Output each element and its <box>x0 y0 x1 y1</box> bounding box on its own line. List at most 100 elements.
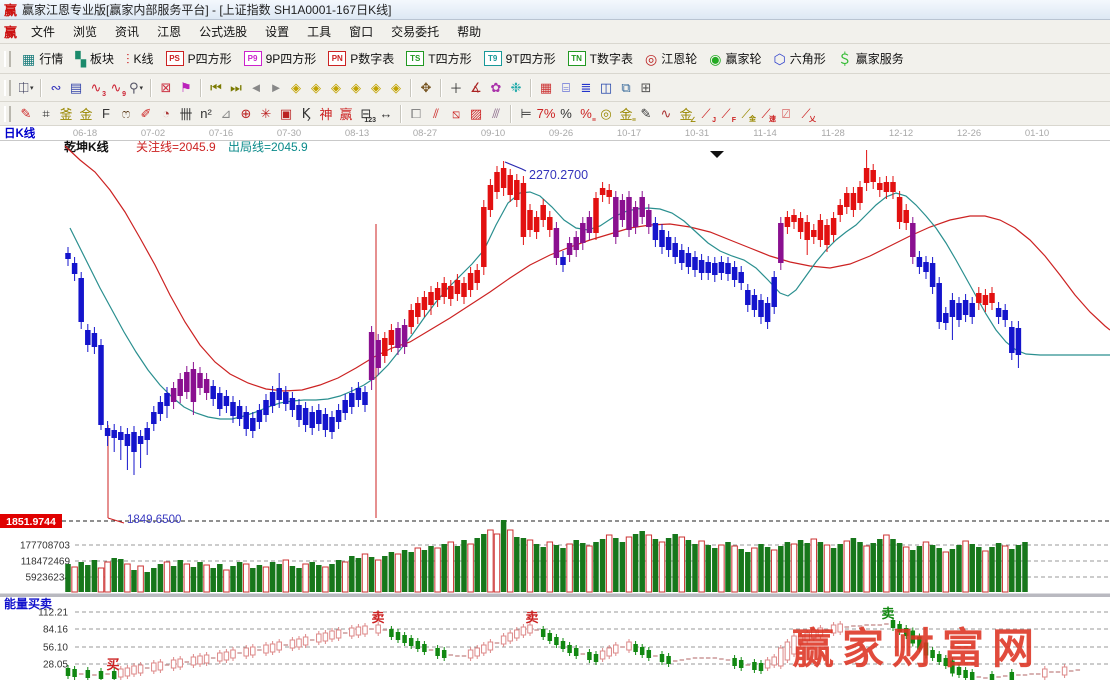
kline-button[interactable]: ⫶ K线 <box>120 48 160 69</box>
j-angle-tool[interactable]: ⟋ J <box>696 104 716 124</box>
f-line-tool[interactable]: F <box>96 104 116 124</box>
p-square-button[interactable]: PS P四方形 <box>160 48 238 69</box>
gold-level-tool[interactable]: 金 ≡ <box>616 104 636 124</box>
menu-item-9[interactable]: 帮助 <box>448 20 490 43</box>
percent-lines-tool[interactable]: % ≡ <box>576 104 596 124</box>
menu-item-6[interactable]: 工具 <box>298 20 340 43</box>
brain-pattern-tool[interactable]: ❉ <box>506 78 526 98</box>
spiral-tool[interactable]: ෆ <box>116 104 136 124</box>
calculator[interactable]: ⌸ <box>556 78 576 98</box>
hexagon-button[interactable]: ⬡ 六角形 <box>767 48 831 69</box>
save-disk[interactable]: ◫ <box>596 78 616 98</box>
toolbar-grip[interactable] <box>4 105 11 122</box>
wave-band-tool[interactable]: ∿ <box>656 104 676 124</box>
t-square-button[interactable]: TS T四方形 <box>400 48 477 69</box>
sector-blocks-button[interactable]: ▚ 板块 <box>69 48 120 69</box>
winner-wheel-button[interactable]: ◉ 赢家轮 <box>703 48 767 69</box>
wave-9[interactable]: ∿ 9 <box>106 78 126 98</box>
ink-pen-tool[interactable]: ✎ <box>636 104 656 124</box>
port-box-tool[interactable]: ⧠ <box>406 104 426 124</box>
f-angle-tool[interactable]: ⟋ F <box>716 104 736 124</box>
star-burst-tool[interactable]: ✳ <box>256 104 276 124</box>
market-quotes-button[interactable]: ▦ 行情 <box>16 48 69 69</box>
title-bar[interactable]: 赢 赢家江恩专业版[赢家内部服务平台] - [上证指数 SH1A0001-167… <box>0 0 1110 20</box>
angle-measure-tool[interactable]: ∡ <box>466 78 486 98</box>
compass-circle-tool[interactable]: ⊕ <box>236 104 256 124</box>
slash-lines-tool[interactable]: ⫻ <box>486 104 506 124</box>
ruler-grid-tool[interactable]: 卌 <box>176 104 196 124</box>
toolbar-grip[interactable] <box>4 50 11 67</box>
k-wave-tool[interactable]: Ϗ <box>296 104 316 124</box>
last-bar[interactable]: ⏭ <box>226 78 246 98</box>
gold-ring-tool[interactable]: ◎ <box>596 104 616 124</box>
brush-tool[interactable]: ✐ <box>136 104 156 124</box>
box-angle-tool[interactable]: ⍁ <box>776 104 796 124</box>
t-digit-table-button[interactable]: TN T数字表 <box>562 48 639 69</box>
gold-angle-tool[interactable]: 金 ∠ <box>676 104 696 124</box>
exit-line-label: 出局线=2045.9 <box>228 140 308 154</box>
chart-area[interactable]: 06-18 07-02 07-16 07-30 08-13 08-27 09-10 09-26… <box>0 126 1110 680</box>
ribbon-tool[interactable]: ✿ <box>486 78 506 98</box>
gold-slash-tool[interactable]: ⟋ 金 <box>736 104 756 124</box>
spindle-dropdown[interactable]: ⚲ ▾ <box>126 78 146 98</box>
menu-item-0[interactable]: 文件 <box>22 20 64 43</box>
menu-item-2[interactable]: 资讯 <box>106 20 148 43</box>
pattern-box[interactable]: ⊠ <box>156 78 176 98</box>
info-note[interactable]: ▤ <box>66 78 86 98</box>
percent-7-tool[interactable]: 7% <box>536 104 556 124</box>
menu-item-3[interactable]: 江恩 <box>148 20 190 43</box>
gann-diamond-all[interactable]: ◈ <box>386 78 406 98</box>
gann-diamond-horizontal[interactable]: ◈ <box>326 78 346 98</box>
next-bar[interactable]: ► <box>266 78 286 98</box>
gold-gate-tool[interactable]: 釜 <box>56 104 76 124</box>
percent-tool[interactable]: % <box>556 104 576 124</box>
crosshair-tool[interactable]: ＋ <box>446 78 466 98</box>
span-tool[interactable]: ↔ <box>376 104 396 124</box>
ying-tool[interactable]: 赢 <box>336 104 356 124</box>
9t-square-button[interactable]: T9 9T四方形 <box>478 48 562 69</box>
fan-box-tool[interactable]: ⧅ <box>446 104 466 124</box>
gann-wheel-button[interactable]: ◎ 江恩轮 <box>639 48 703 69</box>
menu-item-7[interactable]: 窗口 <box>340 20 382 43</box>
notes-list[interactable]: ≣ <box>576 78 596 98</box>
compress-pattern[interactable]: ∾ <box>46 78 66 98</box>
winner-service-button[interactable]: ＄赢家服务 <box>832 48 910 69</box>
order-cart[interactable]: ⊞ <box>636 78 656 98</box>
indicator-dash <box>342 632 348 634</box>
shen-tool[interactable]: 神 <box>316 104 336 124</box>
clock-cycle-tool[interactable]: ◔ <box>156 104 176 124</box>
flag-colors[interactable]: ⚑ <box>176 78 196 98</box>
first-bar[interactable]: ⏮ <box>206 78 226 98</box>
gold-gate2-tool[interactable]: 金 <box>76 104 96 124</box>
scale-ratio-tool[interactable]: ⊨ <box>516 104 536 124</box>
w-angle-tool[interactable]: ⟋ 乂 <box>796 104 816 124</box>
menu-item-8[interactable]: 交易委托 <box>382 20 448 43</box>
menu-item-5[interactable]: 设置 <box>256 20 298 43</box>
speed-angle-tool[interactable]: ⟋ 速 <box>756 104 776 124</box>
chart-svg[interactable]: 06-18 07-02 07-16 07-30 08-13 08-27 09-10 09-26… <box>0 126 1110 680</box>
gann-diamond-cross[interactable]: ◈ <box>366 78 386 98</box>
target-grid-tool[interactable]: ▣ <box>276 104 296 124</box>
hash-grid-tool[interactable]: ⌗ <box>36 104 56 124</box>
n-square-tool[interactable]: n² <box>196 104 216 124</box>
export-disk[interactable]: ⧉ <box>616 78 636 98</box>
candle-body <box>837 205 843 215</box>
gann-diamond-left[interactable]: ◈ <box>286 78 306 98</box>
gann-diamond-expand[interactable]: ◈ <box>346 78 366 98</box>
prev-bar[interactable]: ◄ <box>246 78 266 98</box>
9p-square-button[interactable]: P9 9P四方形 <box>238 48 323 69</box>
hand-tool[interactable]: ✥ <box>416 78 436 98</box>
grid-fan-tool[interactable]: ▨ <box>466 104 486 124</box>
menu-item-4[interactable]: 公式选股 <box>190 20 256 43</box>
calendar-21[interactable]: ▦ <box>536 78 556 98</box>
menu-item-1[interactable]: 浏览 <box>64 20 106 43</box>
fan-lines-tool[interactable]: ⫽ <box>426 104 446 124</box>
gann-diamond-right[interactable]: ◈ <box>306 78 326 98</box>
p-digit-table-button[interactable]: PN P数字表 <box>322 48 400 69</box>
candle-type-dropdown[interactable]: ⎅ ▾ <box>16 78 36 98</box>
ruler-123-tool[interactable]: ⊟ 123 <box>356 104 376 124</box>
bevel-tool[interactable]: ⊿ <box>216 104 236 124</box>
pen-tool[interactable]: ✎ <box>16 104 36 124</box>
toolbar-grip[interactable] <box>4 79 11 96</box>
wave-3[interactable]: ∿ 3 <box>86 78 106 98</box>
